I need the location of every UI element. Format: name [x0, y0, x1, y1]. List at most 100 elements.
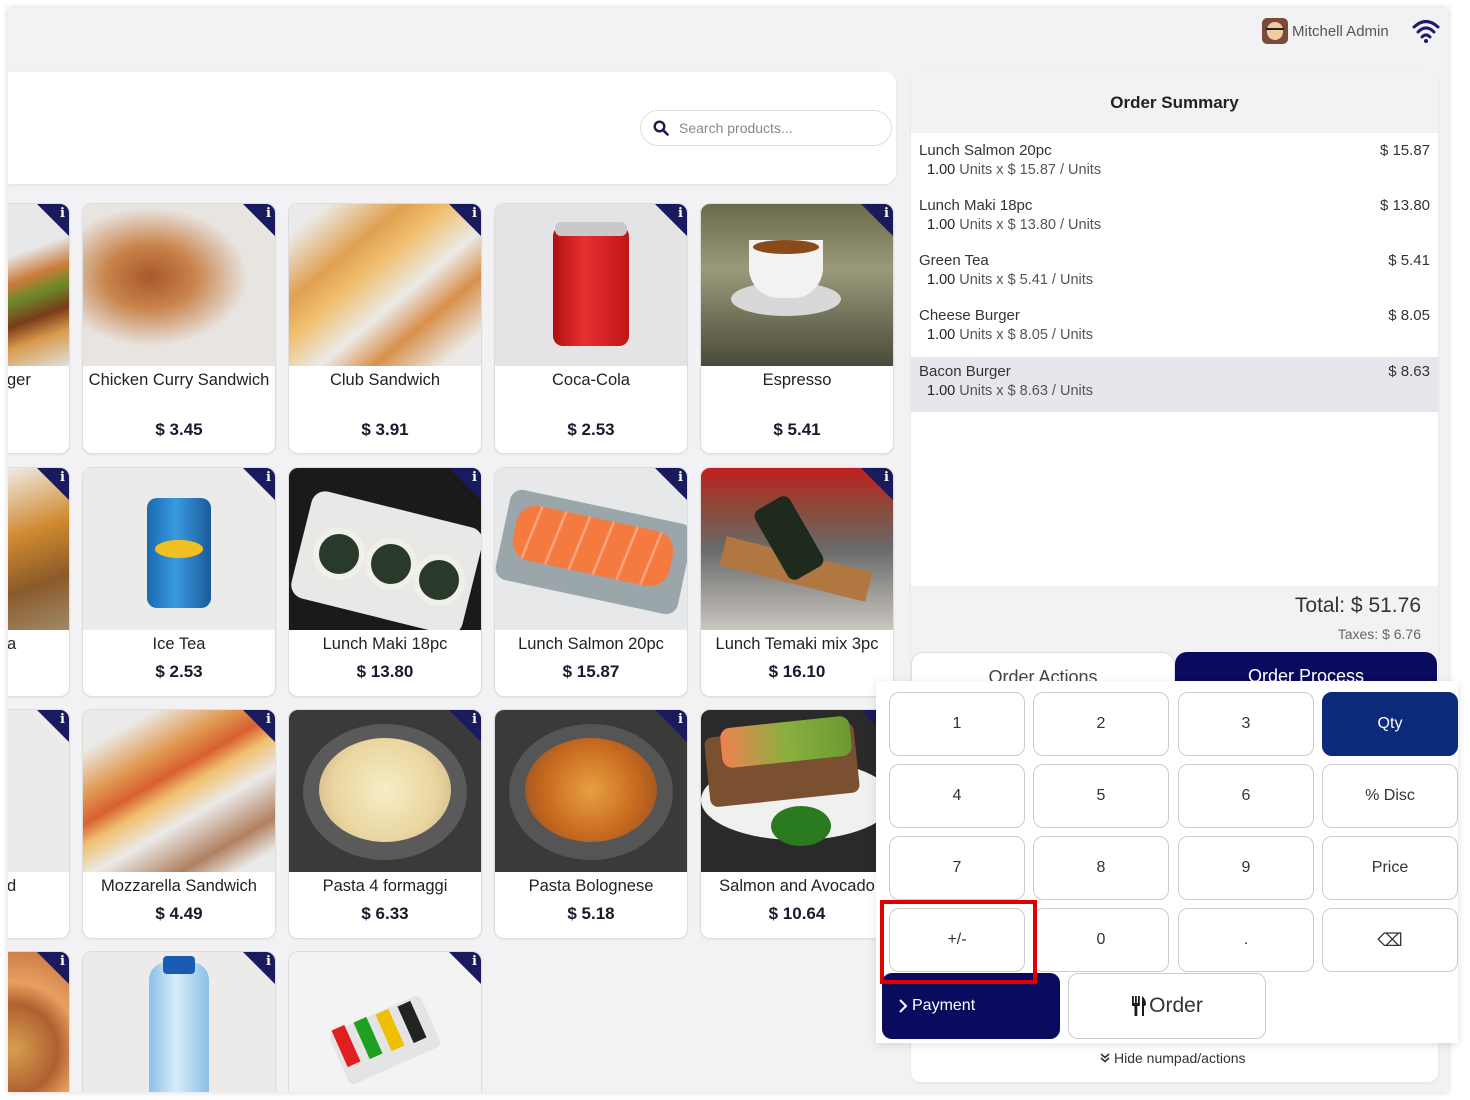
product-name: Pasta Bolognese	[528, 877, 654, 895]
order-line-name: Green Tea	[919, 252, 989, 269]
numpad-key-5[interactable]: 5	[1033, 764, 1169, 828]
product-name: Mozzarella Sandwich	[101, 877, 257, 895]
top-bar: Mitchell Admin	[8, 8, 1448, 58]
info-icon[interactable]: i	[884, 206, 889, 221]
numpad-key-9[interactable]: 9	[1178, 836, 1314, 900]
numpad-decimal-button[interactable]: .	[1178, 908, 1314, 972]
product-price: $ 4.49	[155, 904, 203, 923]
order-line-detail: 1.00 Units x $ 5.41 / Units	[927, 272, 1093, 288]
order-line-detail: 1.00 Units x $ 8.05 / Units	[927, 327, 1093, 343]
order-line-name: Bacon Burger	[919, 363, 1011, 380]
product-card[interactable]: i Ice Tea $ 2.53	[82, 467, 276, 697]
product-card[interactable]: i Lunch Salmon 20pc $ 15.87	[494, 467, 688, 697]
user-name: Mitchell Admin	[1292, 22, 1389, 40]
product-card[interactable]: i Espresso $ 5.41	[700, 203, 894, 454]
numpad-key-6[interactable]: 6	[1178, 764, 1314, 828]
product-name: Pasta 4 formaggi	[322, 877, 448, 895]
product-card[interactable]: i Salmon and Avocado $ 10.64	[700, 709, 894, 939]
order-button[interactable]: Order	[1068, 973, 1266, 1039]
info-icon[interactable]: i	[472, 712, 477, 727]
product-name: Salmon and Avocado	[719, 877, 875, 895]
hide-numpad-toggle[interactable]: Hide numpad/actions	[1100, 1050, 1246, 1066]
avatar	[1262, 18, 1288, 44]
search-bar[interactable]	[640, 110, 892, 146]
double-chevron-down-icon	[1100, 1053, 1110, 1063]
numpad-key-4[interactable]: 4	[889, 764, 1025, 828]
numpad-backspace-button[interactable]: ⌫	[1322, 908, 1458, 972]
product-price: $ 13.80	[356, 662, 414, 681]
order-line-qty: 1.00	[927, 272, 956, 288]
wifi-icon[interactable]	[1412, 18, 1440, 44]
order-line-qty: 1.00	[927, 217, 956, 233]
numpad-key-0[interactable]: 0	[1033, 908, 1169, 972]
info-icon[interactable]: i	[678, 470, 683, 485]
hide-numpad-label: Hide numpad/actions	[1114, 1050, 1246, 1066]
order-line-price: $ 5.41	[1388, 252, 1430, 269]
product-card[interactable]: i d	[8, 709, 70, 939]
info-icon[interactable]: i	[472, 470, 477, 485]
product-card[interactable]: i ger	[8, 203, 70, 454]
order-label: Order	[1149, 994, 1203, 1017]
numpad-key-3[interactable]: 3	[1178, 692, 1314, 756]
user-menu[interactable]: Mitchell Admin	[1262, 18, 1389, 44]
order-line[interactable]: Cheese Burger $ 8.05 1.00 Units x $ 8.05 …	[911, 301, 1438, 356]
info-icon[interactable]: i	[60, 206, 65, 221]
info-icon[interactable]: i	[60, 954, 65, 969]
product-name: Chicken Curry Sandwich	[88, 371, 270, 389]
info-icon[interactable]: i	[266, 470, 271, 485]
numpad-key-8[interactable]: 8	[1033, 836, 1169, 900]
info-icon[interactable]: i	[266, 954, 271, 969]
numpad-plus-minus-button[interactable]: +/-	[889, 908, 1025, 972]
product-card[interactable]: i	[82, 951, 276, 1092]
order-line[interactable]: Lunch Salmon 20pc $ 15.87 1.00 Units x $ …	[911, 136, 1438, 191]
order-line-unit: Units x $ 13.80 / Units	[959, 217, 1102, 233]
info-icon[interactable]: i	[60, 470, 65, 485]
product-price: $ 5.41	[773, 420, 821, 439]
product-price: $ 15.87	[562, 662, 620, 681]
order-line-price: $ 15.87	[1379, 142, 1430, 159]
numpad-key-2[interactable]: 2	[1033, 692, 1169, 756]
product-name: d	[8, 876, 65, 897]
info-icon[interactable]: i	[266, 712, 271, 727]
order-line-unit: Units x $ 5.41 / Units	[959, 272, 1094, 288]
product-name: Lunch Temaki mix 3pc	[715, 635, 879, 653]
product-name: Ice Tea	[152, 635, 206, 653]
numpad-key-7[interactable]: 7	[889, 836, 1025, 900]
product-card[interactable]: i	[8, 951, 70, 1092]
product-card[interactable]: i Pasta Bolognese $ 5.18	[494, 709, 688, 939]
info-icon[interactable]: i	[678, 206, 683, 221]
numpad-price-button[interactable]: Price	[1322, 836, 1458, 900]
info-icon[interactable]: i	[472, 206, 477, 221]
product-card[interactable]: i Mozzarella Sandwich $ 4.49	[82, 709, 276, 939]
info-icon[interactable]: i	[678, 712, 683, 727]
info-icon[interactable]: i	[266, 206, 271, 221]
order-line[interactable]: Green Tea $ 5.41 1.00 Units x $ 5.41 / Un…	[911, 246, 1438, 301]
info-icon[interactable]: i	[472, 954, 477, 969]
product-card[interactable]: i Club Sandwich $ 3.91	[288, 203, 482, 454]
product-card[interactable]: i	[288, 951, 482, 1092]
payment-button[interactable]: Payment	[882, 973, 1060, 1039]
order-line-price: $ 13.80	[1379, 197, 1430, 214]
product-card[interactable]: i a	[8, 467, 70, 697]
order-line[interactable]: Lunch Maki 18pc $ 13.80 1.00 Units x $ 13…	[911, 191, 1438, 246]
numpad-key-1[interactable]: 1	[889, 692, 1025, 756]
info-icon[interactable]: i	[884, 470, 889, 485]
order-line-qty: 1.00	[927, 327, 956, 343]
product-name: Lunch Maki 18pc	[322, 635, 448, 653]
numpad-qty-button[interactable]: Qty	[1322, 692, 1458, 756]
order-summary-title: Order Summary	[911, 72, 1438, 133]
product-price: $ 2.53	[155, 662, 203, 681]
product-card[interactable]: i Lunch Maki 18pc $ 13.80	[288, 467, 482, 697]
product-card[interactable]: i Pasta 4 formaggi $ 6.33	[288, 709, 482, 939]
search-input[interactable]	[677, 119, 881, 137]
product-card[interactable]: i Lunch Temaki mix 3pc $ 16.10	[700, 467, 894, 697]
order-line-name: Cheese Burger	[919, 307, 1020, 324]
numpad-discount-button[interactable]: % Disc	[1322, 764, 1458, 828]
order-line-selected[interactable]: Bacon Burger $ 8.63 1.00 Units x $ 8.63 /…	[911, 357, 1438, 412]
product-card[interactable]: i Coca-Cola $ 2.53	[494, 203, 688, 454]
order-line-name: Lunch Maki 18pc	[919, 197, 1033, 214]
product-search-panel	[8, 72, 896, 184]
product-card[interactable]: i Chicken Curry Sandwich $ 3.45	[82, 203, 276, 454]
product-price: $ 3.45	[155, 420, 203, 439]
info-icon[interactable]: i	[60, 712, 65, 727]
